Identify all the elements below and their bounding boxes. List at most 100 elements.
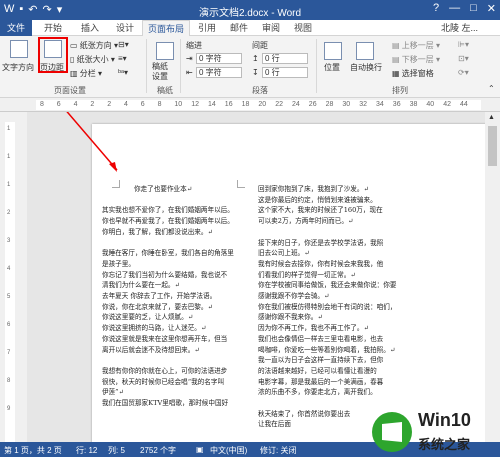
send-backward-button[interactable]: ▤ 下移一层 ▾ xyxy=(392,54,440,65)
ruler-number: 28 xyxy=(325,101,334,108)
vertical-scrollbar[interactable]: ▲ xyxy=(485,112,500,442)
ruler-number: 40 xyxy=(426,101,435,108)
tab-view[interactable]: 视图 xyxy=(288,20,318,36)
ruler-number: 6 xyxy=(7,322,11,328)
ruler-number: 14 xyxy=(208,101,216,108)
ruler-number: 9 xyxy=(7,406,11,412)
status-page[interactable]: 第 1 页，共 2 页 xyxy=(4,445,62,456)
margins-highlight xyxy=(38,37,68,73)
ruler-number: 6 xyxy=(140,101,145,108)
ruler-number: 1 xyxy=(7,126,11,132)
ruler-number: 8 xyxy=(40,101,44,108)
status-col: 列: 5 xyxy=(108,446,125,455)
paper-settings-button[interactable]: 稿纸 设置 xyxy=(152,62,168,82)
ruler-number: 42 xyxy=(443,101,451,108)
spacing-after-input[interactable]: 0 行 xyxy=(262,67,308,78)
annotation-arrow xyxy=(66,112,118,172)
align-icon[interactable]: ⊫▾ xyxy=(458,40,469,49)
tab-home[interactable]: 开始 xyxy=(36,20,70,36)
indent-right-icon: ⇤ xyxy=(186,68,193,77)
line-numbers-icon[interactable]: ≡▾ xyxy=(118,54,127,63)
ruler-number: 12 xyxy=(191,101,199,108)
window-controls: ? — □ ✕ xyxy=(433,2,496,15)
wrap-text-icon xyxy=(356,42,374,60)
ruler-number: 34 xyxy=(376,101,384,108)
ruler-number: 38 xyxy=(409,101,418,108)
selection-pane-label: 选择窗格 xyxy=(401,69,434,78)
tab-mailings[interactable]: 邮件 xyxy=(224,20,254,36)
bring-forward-button[interactable]: ▤ 上移一层 ▾ xyxy=(392,40,440,51)
ruler-number: 4 xyxy=(124,101,128,108)
horizontal-ruler[interactable]: 8 6 4 2 2 4 6 8 10 12 14 16 18 20 22 24 26 28 30 32 34 36 38 40… xyxy=(36,100,481,110)
indent-left-input[interactable]: 0 字符 xyxy=(196,53,242,64)
text-direction-button[interactable]: 文字方向 xyxy=(2,62,34,73)
ruler-number: 4 xyxy=(73,101,78,108)
tab-references[interactable]: 引用 xyxy=(192,20,222,36)
tab-insert[interactable]: 插入 xyxy=(72,20,108,36)
indent-right-input[interactable]: 0 字符 xyxy=(196,67,242,78)
orientation-button[interactable]: ▭ 纸张方向 ▾ xyxy=(70,40,118,51)
group-icon[interactable]: ⊡▾ xyxy=(458,54,469,63)
collapse-ribbon-icon[interactable]: ⌃ xyxy=(488,84,495,93)
text-direction-icon xyxy=(10,40,28,58)
spacing-before-input[interactable]: 0 行 xyxy=(262,53,308,64)
hyphenation-icon[interactable]: ᵇᵃ▾ xyxy=(118,68,128,77)
spacing-heading: 间距 xyxy=(252,41,268,50)
ruler-number: 5 xyxy=(7,294,11,300)
scroll-up-icon[interactable]: ▲ xyxy=(488,114,495,121)
selection-pane-button[interactable]: ▦ 选择窗格 xyxy=(392,68,434,79)
group-arrange-label: 排列 xyxy=(392,86,408,95)
watermark-logo: Win10 系统之家 xyxy=(372,408,500,457)
vertical-ruler[interactable]: 1 1 1 2 3 4 5 6 7 8 9 xyxy=(5,122,15,442)
bring-forward-label: 上移一层 xyxy=(401,41,434,50)
tab-file[interactable]: 文件 xyxy=(0,20,32,36)
maximize-button[interactable]: □ xyxy=(470,2,477,15)
help-button[interactable]: ? xyxy=(433,2,439,15)
size-button[interactable]: ▯ 纸张大小 ▾ xyxy=(70,54,115,65)
ruler-number: 18 xyxy=(241,101,250,108)
ruler-number: 8 xyxy=(7,378,11,384)
ruler-number: 32 xyxy=(359,101,367,108)
status-words[interactable]: 2752 个字 xyxy=(140,445,176,456)
ruler-number: 26 xyxy=(308,101,317,108)
ruler-number: 16 xyxy=(224,101,233,108)
ruler-number: 6 xyxy=(56,101,61,108)
user-account[interactable]: 北陵 左... xyxy=(441,20,478,36)
orientation-label: 纸张方向 xyxy=(79,41,112,50)
windows-flag-icon xyxy=(382,422,402,442)
ruler-number: 30 xyxy=(342,101,351,108)
indent-heading: 缩进 xyxy=(186,41,202,50)
indent-left-icon: ⇥ xyxy=(186,54,193,63)
columns-label: 分栏 xyxy=(79,69,96,78)
status-language[interactable]: 中文(中国) xyxy=(210,445,247,456)
status-track-changes[interactable]: 修订: 关闭 xyxy=(260,445,296,456)
ruler-number: 8 xyxy=(157,101,162,108)
window-title: 演示文档2.docx - Word xyxy=(198,8,302,19)
ruler-number: 24 xyxy=(292,101,300,108)
scrollbar-thumb[interactable] xyxy=(488,126,497,166)
ruler-number: 7 xyxy=(7,350,11,356)
group-separator xyxy=(146,39,147,93)
rotate-icon[interactable]: ⟳▾ xyxy=(458,68,469,77)
minimize-button[interactable]: — xyxy=(449,2,460,15)
document-canvas: 你走了也要作业本↵ 其实我也想不爱你了，在我们婚姻两年以后。 你也早就不再爱我了，… xyxy=(27,112,487,444)
tab-design[interactable]: 设计 xyxy=(108,20,142,36)
tab-review[interactable]: 审阅 xyxy=(256,20,286,36)
ruler-number: 20 xyxy=(258,101,267,108)
ruler-number: 2 xyxy=(90,101,95,108)
ruler-number: 3 xyxy=(7,238,11,244)
group-page-setup-label: 页面设置 xyxy=(54,86,86,95)
tab-page-layout[interactable]: 页面布局 xyxy=(142,20,190,37)
ruler-number: 36 xyxy=(392,101,401,108)
wrap-text-button[interactable]: 自动换行 xyxy=(350,62,382,73)
size-label: 纸张大小 xyxy=(76,55,109,64)
proofing-icon[interactable]: ▣ xyxy=(196,445,204,454)
close-button[interactable]: ✕ xyxy=(487,2,496,15)
position-button[interactable]: 位置 xyxy=(324,62,340,73)
ruler-number: 1 xyxy=(7,182,11,188)
position-icon xyxy=(324,42,342,60)
breaks-icon[interactable]: ⊟▾ xyxy=(118,40,129,49)
send-backward-label: 下移一层 xyxy=(401,55,434,64)
ruler-number: 1 xyxy=(7,154,11,160)
columns-button[interactable]: ▥ 分栏 ▾ xyxy=(70,68,102,79)
